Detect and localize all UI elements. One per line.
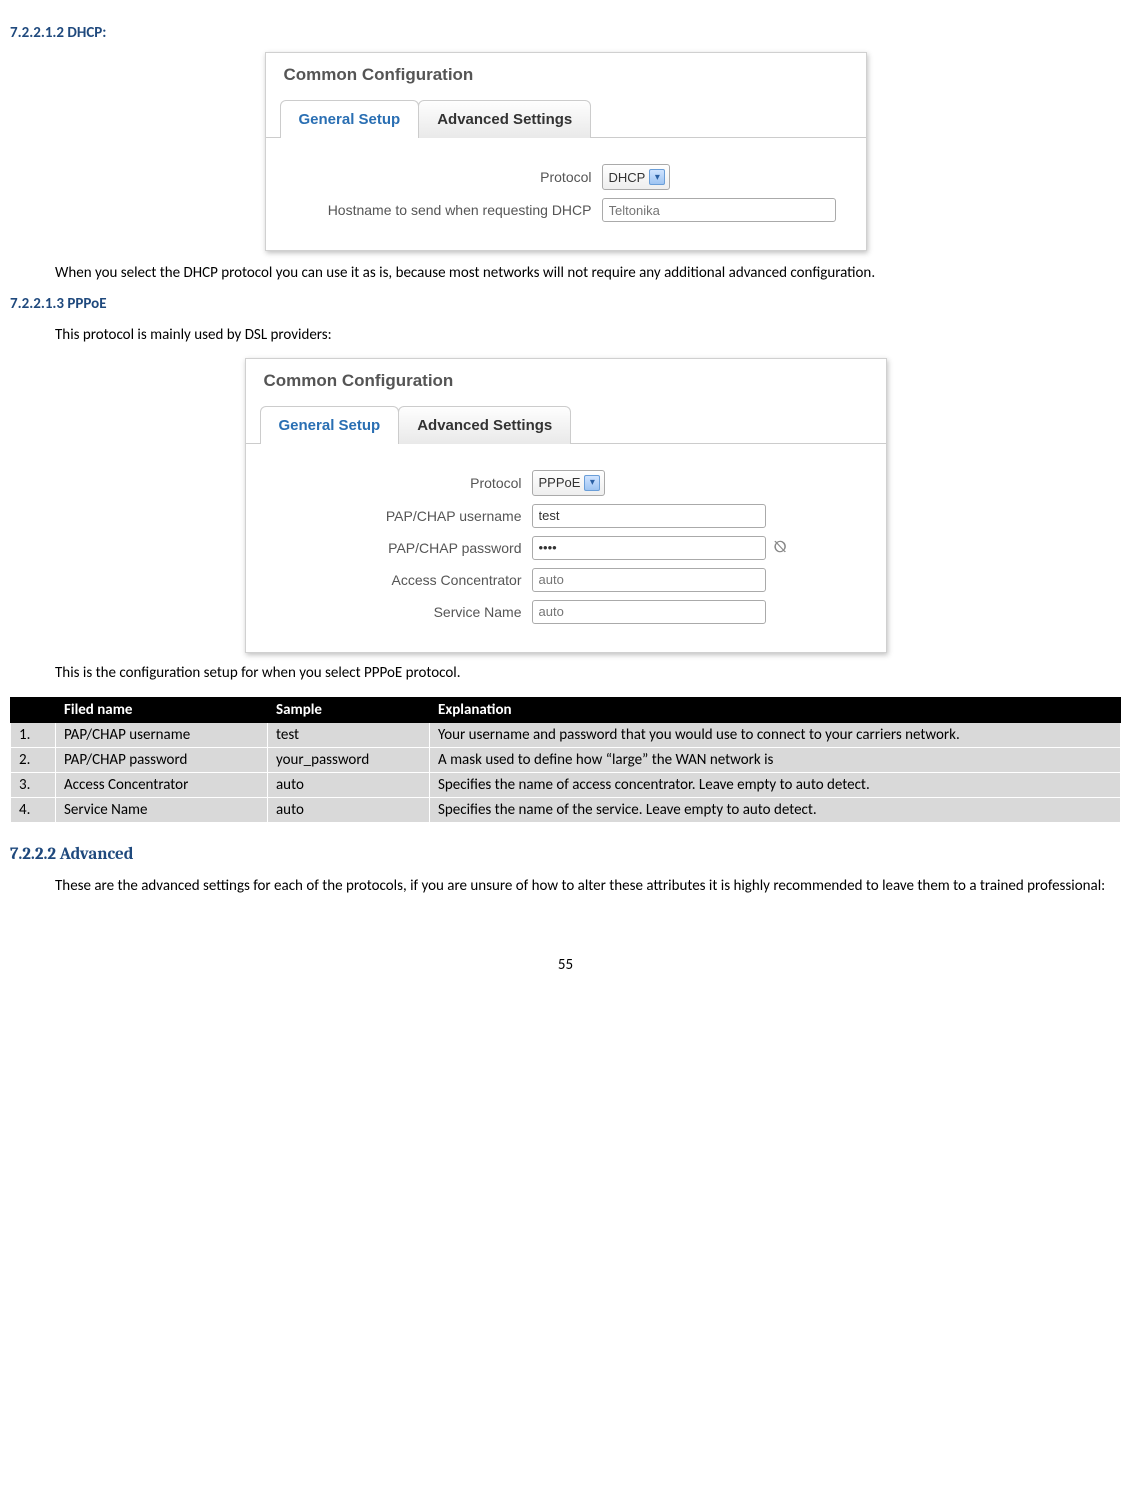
access-concentrator-input[interactable] (532, 568, 766, 592)
cell-expl: Your username and password that you woul… (430, 722, 1121, 747)
cell-name: Access Concentrator (56, 772, 268, 797)
form-area: Protocol PPPoE ▾ PAP/CHAP username PAP/C… (246, 444, 886, 652)
protocol-value: DHCP (609, 170, 646, 185)
access-concentrator-row: Access Concentrator (262, 568, 870, 592)
protocol-row: Protocol DHCP ▾ (282, 164, 850, 190)
tab-general-setup[interactable]: General Setup (280, 100, 420, 138)
username-row: PAP/CHAP username (262, 504, 870, 528)
cell-sample: test (268, 722, 430, 747)
username-input[interactable] (532, 504, 766, 528)
cell-sample: auto (268, 797, 430, 822)
password-row: PAP/CHAP password ⦰ (262, 536, 870, 560)
username-label: PAP/CHAP username (262, 508, 532, 524)
service-name-input[interactable] (532, 600, 766, 624)
pppoe-caption-paragraph: This is the configuration setup for when… (10, 663, 1121, 683)
cell-num: 1. (11, 722, 56, 747)
tab-advanced-settings[interactable]: Advanced Settings (398, 406, 571, 444)
pppoe-config-panel: Common Configuration General Setup Advan… (245, 358, 887, 653)
cell-num: 2. (11, 747, 56, 772)
dhcp-paragraph: When you select the DHCP protocol you ca… (10, 263, 1121, 283)
service-name-row: Service Name (262, 600, 870, 624)
cell-expl: Specifies the name of access concentrato… (430, 772, 1121, 797)
protocol-label: Protocol (262, 475, 532, 491)
th-expl: Explanation (430, 697, 1121, 722)
password-label: PAP/CHAP password (262, 540, 532, 556)
tabs: General Setup Advanced Settings (246, 405, 886, 444)
tab-advanced-settings[interactable]: Advanced Settings (418, 100, 591, 138)
cell-name: Service Name (56, 797, 268, 822)
protocol-select[interactable]: DHCP ▾ (602, 164, 671, 190)
advanced-paragraph: These are the advanced settings for each… (10, 876, 1121, 896)
page-number: 55 (10, 956, 1121, 974)
pppoe-panel-wrap: Common Configuration General Setup Advan… (10, 358, 1121, 653)
table-row: 1. PAP/CHAP username test Your username … (11, 722, 1121, 747)
tab-general-setup[interactable]: General Setup (260, 406, 400, 444)
heading-advanced: 7.2.2.2 Advanced (10, 845, 1121, 864)
cell-sample: your_password (268, 747, 430, 772)
panel-title: Common Configuration (266, 53, 866, 99)
th-blank (11, 697, 56, 722)
table-row: 4. Service Name auto Specifies the name … (11, 797, 1121, 822)
protocol-value: PPPoE (539, 475, 581, 490)
password-input[interactable] (532, 536, 766, 560)
cell-name: PAP/CHAP username (56, 722, 268, 747)
chevron-down-icon: ▾ (584, 475, 600, 491)
th-sample: Sample (268, 697, 430, 722)
heading-dhcp: 7.2.2.1.2 DHCP: (10, 24, 1121, 42)
form-area: Protocol DHCP ▾ Hostname to send when re… (266, 138, 866, 250)
cell-num: 4. (11, 797, 56, 822)
service-name-label: Service Name (262, 604, 532, 620)
hostname-input[interactable] (602, 198, 836, 222)
panel-title: Common Configuration (246, 359, 886, 405)
cell-expl: Specifies the name of the service. Leave… (430, 797, 1121, 822)
access-concentrator-label: Access Concentrator (262, 572, 532, 588)
pppoe-fields-table: Filed name Sample Explanation 1. PAP/CHA… (10, 697, 1121, 823)
table-row: 3. Access Concentrator auto Specifies th… (11, 772, 1121, 797)
chevron-down-icon: ▾ (649, 169, 665, 185)
hostname-label: Hostname to send when requesting DHCP (282, 202, 602, 218)
th-name: Filed name (56, 697, 268, 722)
dhcp-panel-wrap: Common Configuration General Setup Advan… (10, 52, 1121, 251)
cell-num: 3. (11, 772, 56, 797)
cell-name: PAP/CHAP password (56, 747, 268, 772)
protocol-row: Protocol PPPoE ▾ (262, 470, 870, 496)
cell-expl: A mask used to define how “large” the WA… (430, 747, 1121, 772)
protocol-label: Protocol (282, 169, 602, 185)
table-row: 2. PAP/CHAP password your_password A mas… (11, 747, 1121, 772)
tabs: General Setup Advanced Settings (266, 99, 866, 138)
heading-pppoe: 7.2.2.1.3 PPPoE (10, 295, 1121, 313)
dhcp-config-panel: Common Configuration General Setup Advan… (265, 52, 867, 251)
hostname-row: Hostname to send when requesting DHCP (282, 198, 850, 222)
protocol-select[interactable]: PPPoE ▾ (532, 470, 606, 496)
eye-off-icon[interactable]: ⦰ (774, 538, 787, 557)
pppoe-intro-paragraph: This protocol is mainly used by DSL prov… (10, 325, 1121, 345)
cell-sample: auto (268, 772, 430, 797)
